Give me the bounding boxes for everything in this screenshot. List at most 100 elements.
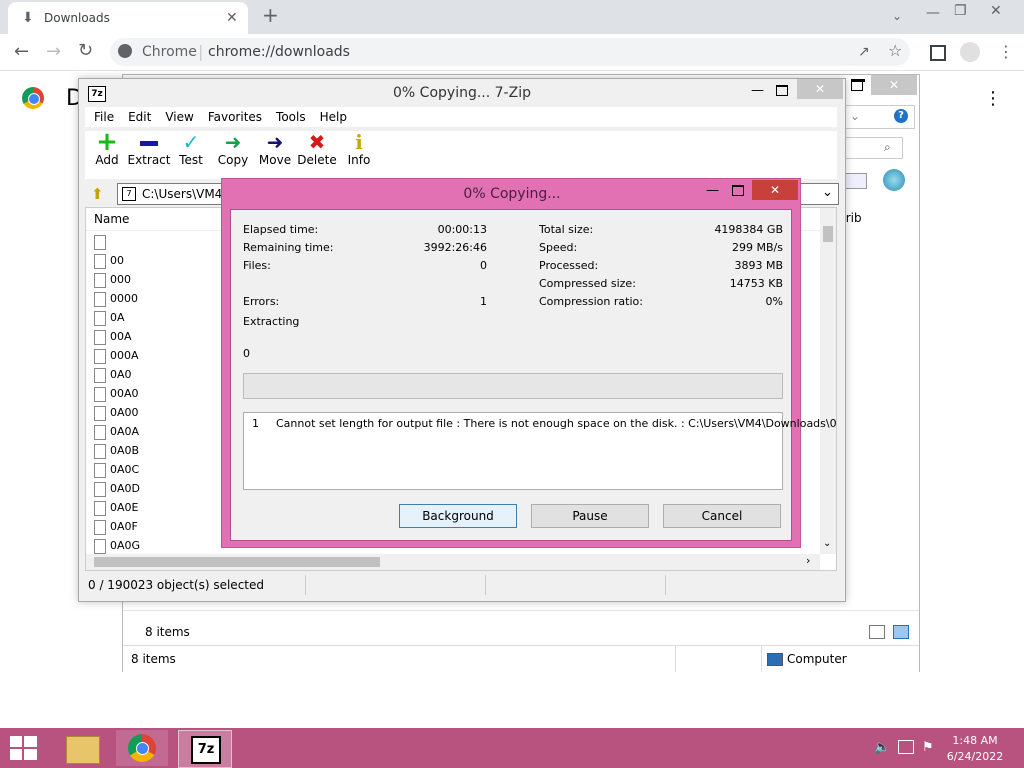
status-location: Computer (787, 652, 847, 666)
background-button[interactable]: Background (399, 504, 517, 528)
explorer-maximize-icon[interactable] (851, 81, 863, 91)
folder-icon (66, 736, 100, 764)
vertical-scroll-thumb[interactable] (823, 226, 833, 242)
test-button[interactable]: ✓ Test (169, 131, 213, 167)
profile-avatar-icon[interactable] (960, 42, 980, 62)
folder-up-icon[interactable]: ⬆ (91, 185, 104, 203)
large-icons-view-icon[interactable] (893, 625, 909, 639)
error-message-index: 1 (252, 417, 259, 430)
copying-dialog: 0% Copying... — ✕ Elapsed time: 00:00:13… (221, 178, 837, 548)
file-list-item[interactable]: 000A (94, 346, 139, 365)
file-name: 0A0 (110, 368, 132, 381)
new-tab-icon[interactable]: + (262, 5, 279, 25)
file-list-item[interactable]: 0A0C (94, 460, 139, 479)
menu-tools[interactable]: Tools (276, 107, 306, 127)
help-icon[interactable]: ? (894, 109, 908, 123)
scroll-down-icon[interactable]: ⌄ (823, 538, 831, 549)
file-list-item[interactable]: 0A0E (94, 498, 138, 517)
file-list-item[interactable]: 00 (94, 251, 124, 270)
taskbar-7zip[interactable]: 7z (178, 730, 232, 768)
menu-favorites[interactable]: Favorites (208, 107, 262, 127)
info-button[interactable]: i Info (337, 131, 381, 167)
file-list-item[interactable]: 00A0 (94, 384, 139, 403)
address-bar[interactable]: Chrome | chrome://downloads ↗ ☆ (110, 38, 910, 66)
menu-file[interactable]: File (94, 107, 114, 127)
dialog-maximize-icon[interactable] (732, 185, 744, 196)
share-icon[interactable]: ↗ (858, 44, 870, 60)
menu-view[interactable]: View (165, 107, 193, 127)
copy-icon: ➜ (224, 130, 242, 154)
details-view-icon[interactable] (869, 625, 885, 639)
speaker-muted-icon[interactable]: 🔈 (874, 740, 890, 755)
file-list-item[interactable]: 0A0 (94, 365, 132, 384)
move-icon: ➜ (266, 130, 284, 154)
horizontal-scroll-thumb[interactable] (94, 557, 380, 567)
taskbar-chrome[interactable] (116, 730, 168, 766)
file-icon (94, 538, 106, 554)
url-divider: | (198, 42, 204, 61)
file-name: 0A0D (110, 482, 140, 495)
tab-close-icon[interactable]: ✕ (226, 10, 238, 26)
taskbar-date[interactable]: 6/24/2022 (940, 750, 1010, 763)
url-site: Chrome (142, 44, 197, 60)
file-list-item[interactable]: 0000 (94, 289, 138, 308)
reload-icon[interactable]: ↻ (78, 42, 93, 60)
file-list-item[interactable]: 0A0B (94, 441, 139, 460)
downloads-menu-icon[interactable]: ⋮ (984, 88, 1002, 109)
explorer-close-button[interactable]: ✕ (871, 75, 917, 95)
file-list-item[interactable]: 0A00 (94, 403, 139, 422)
side-panel-icon[interactable] (930, 45, 946, 61)
bookmark-star-icon[interactable]: ☆ (888, 43, 902, 59)
forward-icon[interactable]: → (46, 43, 61, 61)
dialog-close-button[interactable]: ✕ (752, 180, 798, 200)
pause-button[interactable]: Pause (531, 504, 649, 528)
compressed-size-value: 14753 KB (729, 277, 783, 290)
file-list-item[interactable]: 0A0A (94, 422, 139, 441)
taskbar-file-explorer[interactable] (56, 730, 108, 766)
file-list-item[interactable] (94, 232, 110, 251)
7zip-maximize-icon[interactable] (776, 85, 788, 96)
back-icon[interactable]: ← (14, 43, 29, 61)
column-header-name[interactable]: Name (94, 212, 129, 226)
file-list-item[interactable]: 000 (94, 270, 131, 289)
action-center-flag-icon[interactable]: ⚑ (922, 740, 934, 755)
explorer-nav-dropdown[interactable]: ⌄ ? (843, 105, 915, 129)
chevron-down-icon[interactable]: ⌄ (892, 8, 902, 24)
horizontal-scrollbar[interactable]: › (86, 554, 820, 570)
7zip-close-button[interactable]: ✕ (797, 79, 843, 99)
explorer-search-input[interactable]: ⌕ (843, 137, 903, 159)
network-icon[interactable] (898, 740, 914, 754)
file-list-item[interactable]: 0A0D (94, 479, 140, 498)
dialog-minimize-icon[interactable]: — (706, 183, 719, 198)
file-icon (94, 386, 106, 402)
minimize-icon[interactable]: — (926, 5, 940, 21)
error-message-list[interactable]: 1 Cannot set length for output file : Th… (243, 412, 837, 490)
vertical-scrollbar[interactable]: ⌄ (820, 208, 836, 554)
cancel-button[interactable]: Cancel (663, 504, 781, 528)
globe-icon[interactable] (883, 169, 905, 191)
file-list-item[interactable]: 0A0F (94, 517, 138, 536)
delete-button[interactable]: ✖ Delete (295, 131, 339, 167)
view-icon[interactable] (845, 173, 867, 189)
7zip-minimize-icon[interactable]: — (751, 83, 764, 98)
errors-value: 1 (480, 295, 487, 308)
menu-kebab-icon[interactable]: ⋮ (998, 44, 1014, 60)
elapsed-time-value: 00:00:13 (437, 223, 487, 236)
menu-edit[interactable]: Edit (128, 107, 151, 127)
browser-tab-downloads[interactable]: ⬇ Downloads ✕ (8, 2, 248, 34)
windows-taskbar: 7z 🔈 ⚑ 1:48 AM 6/24/2022 (0, 728, 1024, 768)
add-button[interactable]: + Add (85, 129, 129, 167)
restore-icon[interactable]: ❐ (954, 3, 967, 19)
extract-button[interactable]: Extract (127, 131, 171, 167)
copy-button[interactable]: ➜ Copy (211, 131, 255, 167)
windows-start-icon[interactable] (10, 736, 38, 760)
file-list-item[interactable]: 00A (94, 327, 132, 346)
move-button[interactable]: ➜ Move (253, 131, 297, 167)
file-list-item[interactable]: 0A (94, 308, 125, 327)
close-icon[interactable]: ✕ (990, 3, 1002, 19)
path-dropdown-icon[interactable]: ⌄ (822, 185, 833, 200)
file-list-item[interactable]: 0A0G (94, 536, 140, 555)
menu-help[interactable]: Help (320, 107, 347, 127)
taskbar-time[interactable]: 1:48 AM (940, 734, 1010, 747)
scroll-right-icon[interactable]: › (806, 554, 810, 567)
